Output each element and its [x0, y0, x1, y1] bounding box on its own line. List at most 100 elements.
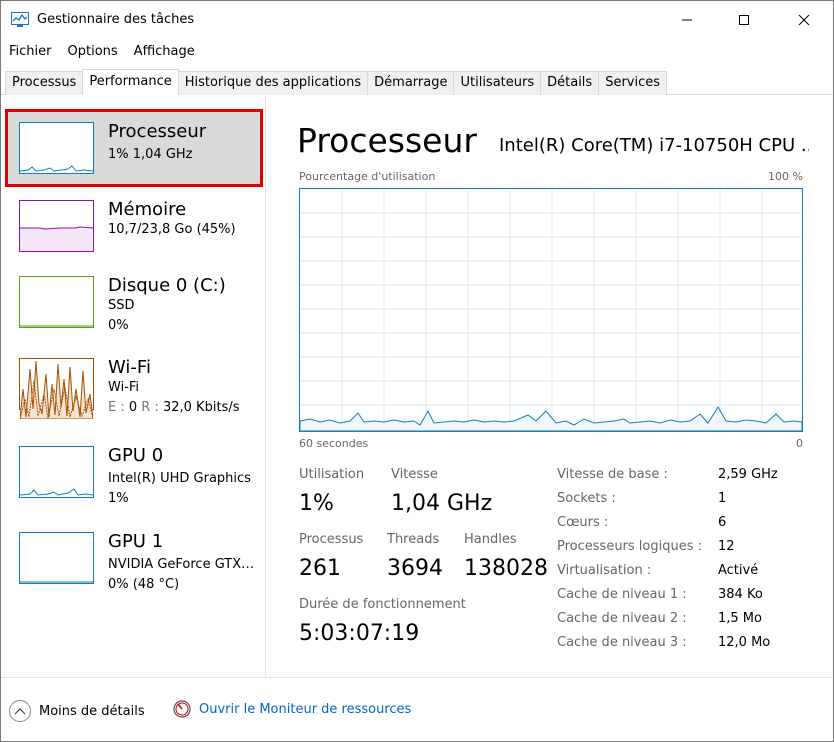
- graph-x-end: 0: [796, 437, 803, 450]
- sidebar-item-memoire[interactable]: Mémoire 10,7/23,8 Go (45%): [5, 187, 263, 265]
- threads-value: 3694: [387, 556, 443, 581]
- detail-value: 12,0 Mo: [718, 635, 771, 650]
- sidebar-item-detail: 1% 1,04 GHz: [108, 147, 193, 162]
- wifi-mini-chart: [19, 360, 94, 420]
- sidebar-item-detail: Wi-Fi: [108, 380, 140, 395]
- sidebar-item-detail: Intel(R) UHD Graphics: [108, 471, 251, 486]
- tab-services[interactable]: Services: [598, 71, 668, 95]
- detail-row: Cœurs : 6: [557, 515, 807, 539]
- detail-row: Vitesse de base : 2,59 GHz: [557, 467, 807, 491]
- cpu-mini-chart: [19, 165, 94, 172]
- sidebar-item-gpu0[interactable]: GPU 0 Intel(R) UHD Graphics 1%: [5, 433, 263, 511]
- detail-value: 2,59 GHz: [718, 467, 778, 482]
- detail-key: Cache de niveau 1 :: [557, 587, 687, 602]
- detail-row: Cache de niveau 3 : 12,0 Mo: [557, 635, 807, 659]
- tab-bar: Processus Performance Historique des app…: [5, 69, 668, 95]
- menu-bar: Fichier Options Affichage: [1, 41, 833, 63]
- graph-y-max: 100 %: [768, 170, 803, 183]
- sidebar-item-wifi[interactable]: Wi-Fi Wi-Fi E : 0 R : 32,0 Kbits/s: [5, 345, 263, 423]
- resource-monitor-icon: [173, 700, 191, 718]
- gpu0-mini-chart: [19, 488, 94, 496]
- menu-options[interactable]: Options: [60, 41, 126, 63]
- tab-performance[interactable]: Performance: [82, 69, 179, 95]
- gpu1-thumbnail-graph: [19, 532, 94, 584]
- tab-demarrage[interactable]: Démarrage: [367, 71, 455, 95]
- sidebar-item-detail-2: 0%: [108, 318, 129, 333]
- processus-value: 261: [299, 556, 341, 581]
- cpu-usage-graph: [299, 188, 803, 432]
- uptime-value: 5:03:07:19: [299, 621, 420, 646]
- performance-main-panel: Processeur Intel(R) Core(TM) i7-10750H C…: [267, 95, 833, 677]
- page-title: Processeur: [297, 121, 477, 160]
- gpu1-mini-chart: [20, 581, 93, 583]
- detail-key: Virtualisation :: [557, 563, 652, 578]
- menu-affichage[interactable]: Affichage: [126, 41, 203, 63]
- memory-thumbnail-graph: [19, 200, 94, 252]
- detail-value: 384 Ko: [718, 587, 763, 602]
- tab-processus[interactable]: Processus: [5, 71, 84, 95]
- sidebar-item-detail-2: E : 0 R : 32,0 Kbits/s: [108, 400, 239, 415]
- task-manager-icon: [11, 12, 29, 27]
- detail-key: Cache de niveau 2 :: [557, 611, 687, 626]
- sidebar-item-detail-2: 1%: [108, 491, 129, 506]
- detail-row: Cache de niveau 1 : 384 Ko: [557, 587, 807, 611]
- detail-value: 12: [718, 539, 735, 554]
- threads-label: Threads: [387, 532, 440, 547]
- vitesse-value: 1,04 GHz: [391, 491, 493, 516]
- detail-value: 1,5 Mo: [718, 611, 762, 626]
- sidebar-item-detail-2: 0% (48 °C): [108, 577, 180, 592]
- wifi-send-label: E :: [108, 400, 125, 415]
- menu-fichier[interactable]: Fichier: [1, 41, 60, 63]
- close-button[interactable]: [781, 1, 827, 39]
- detail-value: 6: [718, 515, 727, 530]
- less-details-button[interactable]: Moins de détails: [9, 700, 145, 722]
- cpu-usage-chart: [299, 189, 803, 432]
- detail-row: Virtualisation : Activé: [557, 563, 807, 587]
- maximize-icon: [739, 15, 749, 25]
- cpu-thumbnail-graph: [19, 122, 94, 174]
- detail-key: Cache de niveau 3 :: [557, 635, 687, 650]
- wifi-receive-value: 32,0 Kbits/s: [162, 400, 240, 415]
- task-manager-window: Gestionnaire des tâches Fichier Options …: [0, 0, 834, 742]
- processus-label: Processus: [299, 532, 364, 547]
- vitesse-label: Vitesse: [391, 467, 438, 482]
- sidebar-item-disque[interactable]: Disque 0 (C:) SSD 0%: [5, 263, 263, 341]
- wifi-receive-label: R :: [141, 400, 159, 415]
- handles-value: 138028: [464, 556, 548, 581]
- less-details-label: Moins de détails: [39, 703, 145, 719]
- sidebar-item-processeur[interactable]: Processeur 1% 1,04 GHz: [5, 109, 263, 187]
- detail-value: Activé: [718, 563, 759, 578]
- resource-monitor-link[interactable]: Ouvrir le Moniteur de ressources: [173, 700, 411, 718]
- title-bar: Gestionnaire des tâches: [1, 1, 833, 39]
- sidebar-item-name: Mémoire: [108, 199, 187, 220]
- gpu0-thumbnail-graph: [19, 446, 94, 498]
- memory-mini-chart: [20, 226, 94, 251]
- graph-y-label: Pourcentage d'utilisation: [299, 170, 436, 183]
- sidebar-item-gpu1[interactable]: GPU 1 NVIDIA GeForce GTX… 0% (48 °C): [5, 519, 263, 597]
- tab-utilisateurs[interactable]: Utilisateurs: [453, 71, 542, 95]
- minimize-icon: [682, 19, 692, 21]
- sidebar-item-detail: NVIDIA GeForce GTX…: [108, 557, 255, 572]
- sidebar-item-detail: SSD: [108, 298, 135, 313]
- detail-value: 1: [718, 491, 727, 506]
- maximize-button[interactable]: [721, 1, 767, 39]
- sidebar-item-name: GPU 0: [108, 445, 164, 466]
- graph-x-label: 60 secondes: [299, 437, 369, 450]
- footer-bar: Moins de détails Ouvrir le Moniteur de r…: [1, 677, 833, 741]
- disk-mini-chart: [20, 325, 93, 327]
- uptime-label: Durée de fonctionnement: [299, 597, 466, 612]
- tab-historique[interactable]: Historique des applications: [177, 71, 369, 95]
- sidebar-item-name: Processeur: [108, 121, 207, 142]
- chevron-up-icon: [9, 700, 31, 722]
- sidebar-item-detail: 10,7/23,8 Go (45%): [108, 222, 236, 237]
- detail-row: Processeurs logiques : 12: [557, 539, 807, 563]
- detail-key: Processeurs logiques :: [557, 539, 703, 554]
- minimize-button[interactable]: [664, 1, 710, 39]
- detail-row: Sockets : 1: [557, 491, 807, 515]
- resource-sidebar: Processeur 1% 1,04 GHz Mémoire 10,7/23,8…: [1, 95, 266, 677]
- detail-key: Cœurs :: [557, 515, 609, 530]
- detail-key: Vitesse de base :: [557, 467, 668, 482]
- sidebar-item-name: Wi-Fi: [108, 357, 151, 378]
- sidebar-item-name: Disque 0 (C:): [108, 275, 226, 296]
- tab-details[interactable]: Détails: [540, 71, 600, 95]
